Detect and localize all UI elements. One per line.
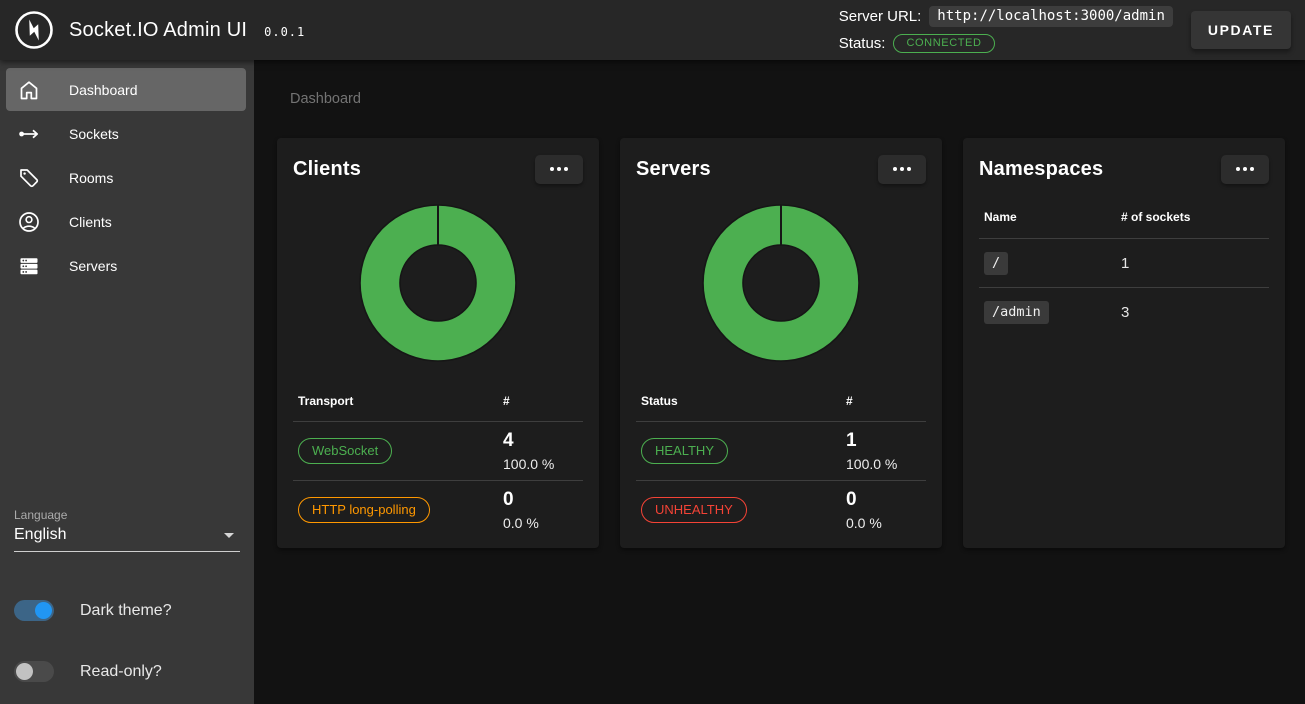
count-value: 0 — [846, 489, 921, 511]
column-header: Name — [984, 210, 1121, 224]
table-row: HTTP long-polling 0 0.0 % — [293, 481, 583, 539]
status-label: Status: — [839, 35, 886, 52]
server-stack-icon — [17, 254, 41, 278]
column-header: # — [503, 394, 578, 408]
percent-value: 100.0 % — [846, 456, 921, 472]
servers-status-table: Status # HEALTHY 1 100.0 % UNHEALTHY 0 0… — [636, 386, 926, 539]
namespace-chip: /admin — [984, 301, 1049, 324]
sidebar-item-label: Servers — [69, 258, 117, 274]
dots-menu-icon — [550, 167, 554, 171]
column-header: # of sockets — [1121, 210, 1264, 224]
read-only-label: Read-only? — [80, 663, 162, 681]
socket-count: 1 — [1121, 255, 1264, 272]
websocket-badge: WebSocket — [298, 438, 392, 464]
sidebar-item-label: Dashboard — [69, 82, 138, 98]
socketio-logo-icon — [14, 10, 54, 50]
server-url-label: Server URL: — [839, 8, 922, 25]
column-header: Status — [641, 394, 846, 408]
namespaces-card-title: Namespaces — [979, 158, 1103, 181]
sidebar-item-label: Sockets — [69, 126, 119, 142]
app-header: Socket.IO Admin UI 0.0.1 Server URL: htt… — [0, 0, 1305, 60]
sidebar-item-clients[interactable]: Clients — [6, 200, 246, 243]
read-only-toggle-row[interactable]: Read-only? — [14, 661, 240, 682]
home-icon — [17, 78, 41, 102]
sidebar-item-dashboard[interactable]: Dashboard — [6, 68, 246, 111]
sidebar-item-sockets[interactable]: Sockets — [6, 112, 246, 155]
server-url-value: http://localhost:3000/admin — [929, 6, 1173, 27]
http-long-polling-badge: HTTP long-polling — [298, 497, 430, 523]
sidebar-nav: Dashboard Sockets Rooms — [0, 60, 254, 288]
namespaces-card: Namespaces Name # of sockets / 1 /admin … — [963, 138, 1285, 548]
dark-theme-toggle-row[interactable]: Dark theme? — [14, 600, 240, 621]
servers-donut-chart — [701, 203, 861, 368]
ray-arrow-icon — [17, 122, 41, 146]
count-value: 0 — [503, 489, 578, 511]
percent-value: 0.0 % — [503, 515, 578, 531]
clients-card-title: Clients — [293, 158, 361, 181]
sidebar-item-label: Rooms — [69, 170, 113, 186]
update-button[interactable]: UPDATE — [1191, 11, 1291, 49]
sidebar-item-rooms[interactable]: Rooms — [6, 156, 246, 199]
table-row: UNHEALTHY 0 0.0 % — [636, 481, 926, 539]
table-row: WebSocket 4 100.0 % — [293, 422, 583, 481]
servers-card-menu-button[interactable] — [878, 155, 926, 184]
count-value: 4 — [503, 430, 578, 452]
language-label: Language — [14, 508, 240, 522]
namespace-chip: / — [984, 252, 1008, 275]
dots-menu-icon — [893, 167, 897, 171]
breadcrumb: Dashboard — [290, 91, 1305, 107]
namespaces-card-menu-button[interactable] — [1221, 155, 1269, 184]
sidebar-item-servers[interactable]: Servers — [6, 244, 246, 287]
dark-theme-label: Dark theme? — [80, 602, 172, 620]
read-only-switch[interactable] — [14, 661, 54, 682]
servers-card-title: Servers — [636, 158, 711, 181]
sidebar-item-label: Clients — [69, 214, 112, 230]
chevron-down-icon — [224, 533, 234, 538]
table-row: HEALTHY 1 100.0 % — [636, 422, 926, 481]
percent-value: 100.0 % — [503, 456, 578, 472]
sidebar-settings: Language English Dark theme? Read-only? — [0, 508, 254, 704]
clients-card: Clients Transport # — [277, 138, 599, 548]
language-select[interactable]: English — [14, 524, 240, 552]
main-content: Dashboard Clients — [254, 60, 1305, 704]
app-title: Socket.IO Admin UI — [69, 19, 247, 42]
connection-info: Server URL: http://localhost:3000/admin … — [839, 5, 1173, 56]
clients-donut-chart — [358, 203, 518, 368]
table-row: / 1 — [979, 239, 1269, 288]
socket-count: 3 — [1121, 304, 1264, 321]
percent-value: 0.0 % — [846, 515, 921, 531]
unhealthy-badge: UNHEALTHY — [641, 497, 747, 523]
language-value: English — [14, 526, 66, 544]
dots-menu-icon — [1236, 167, 1240, 171]
healthy-badge: HEALTHY — [641, 438, 728, 464]
clients-card-menu-button[interactable] — [535, 155, 583, 184]
servers-card: Servers Status # — [620, 138, 942, 548]
table-row: /admin 3 — [979, 288, 1269, 337]
account-circle-icon — [17, 210, 41, 234]
tag-icon — [17, 166, 41, 190]
namespaces-table: Name # of sockets / 1 /admin 3 — [979, 184, 1269, 337]
column-header: # — [846, 394, 921, 408]
count-value: 1 — [846, 430, 921, 452]
sidebar: Dashboard Sockets Rooms — [0, 60, 254, 704]
dark-theme-switch[interactable] — [14, 600, 54, 621]
app-version: 0.0.1 — [264, 25, 305, 39]
column-header: Transport — [298, 394, 503, 408]
clients-transport-table: Transport # WebSocket 4 100.0 % HTTP lon… — [293, 386, 583, 539]
status-badge: CONNECTED — [893, 34, 994, 53]
